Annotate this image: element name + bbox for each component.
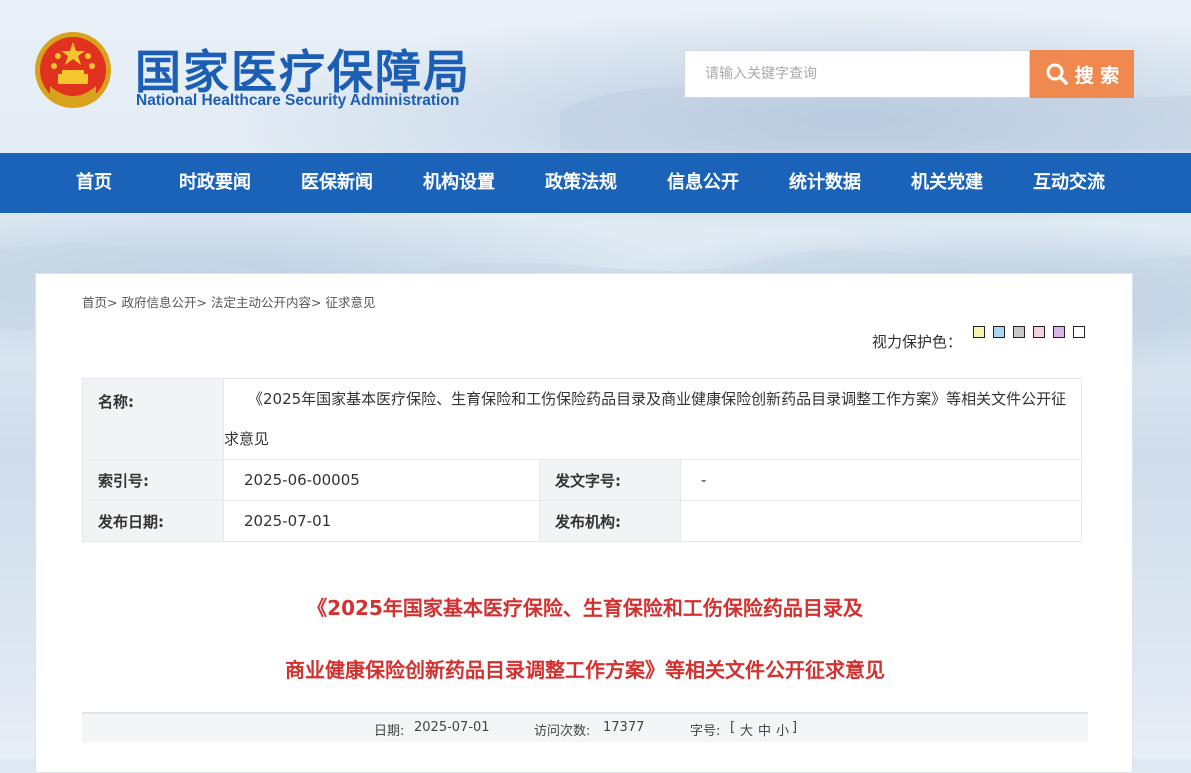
- main-nav: 首页 时政要闻 医保新闻 机构设置 政策法规 信息公开 统计数据 机关党建 互动…: [0, 153, 1191, 213]
- nav-statistics[interactable]: 统计数据: [789, 153, 861, 213]
- org-value: [680, 500, 1082, 542]
- document-title-line-1: 《2025年国家基本医疗保险、生育保险和工伤保险药品目录及: [307, 596, 863, 620]
- nav-party[interactable]: 机关党建: [911, 153, 983, 213]
- breadcrumb-separator: >: [196, 295, 207, 310]
- date-label: 发布日期:: [82, 500, 224, 542]
- nav-interaction[interactable]: 互动交流: [1033, 153, 1105, 213]
- meta-font-open: [: [730, 720, 736, 735]
- nav-news-politics[interactable]: 时政要闻: [179, 153, 251, 213]
- site-title-english: National Healthcare Security Administrat…: [136, 92, 460, 109]
- name-label: 名称:: [82, 378, 224, 460]
- meta-bar: 日期: 2025-07-01 访问次数: 17377 字号: [ 大 中 小 ]: [82, 712, 1088, 742]
- docno-label: 发文字号:: [539, 459, 681, 501]
- nav-info-disclosure[interactable]: 信息公开: [667, 153, 739, 213]
- search-input[interactable]: [684, 50, 1030, 98]
- search-button-label: 搜 索: [1074, 64, 1120, 87]
- font-size-large[interactable]: 大: [740, 720, 753, 739]
- color-swatch-gray[interactable]: [1013, 326, 1025, 338]
- color-swatch-purple[interactable]: [1053, 326, 1065, 338]
- breadcrumb-home[interactable]: 首页: [82, 295, 107, 310]
- color-swatch-pink[interactable]: [1033, 326, 1045, 338]
- meta-date-value: 2025-07-01: [414, 720, 490, 735]
- name-value: 《2025年国家基本医疗保险、生育保险和工伤保险药品目录及商业健康保险创新药品目…: [224, 390, 1067, 448]
- document-title-line-2: 商业健康保险创新药品目录调整工作方案》等相关文件公开征求意见: [285, 658, 885, 682]
- font-size-small[interactable]: 小: [776, 720, 789, 739]
- breadcrumb-consultation[interactable]: 征求意见: [325, 295, 375, 310]
- docno-value: -: [680, 459, 1082, 501]
- font-size-medium[interactable]: 中: [758, 720, 771, 739]
- color-swatch-blue[interactable]: [993, 326, 1005, 338]
- breadcrumb-statutory[interactable]: 法定主动公开内容: [211, 295, 311, 310]
- nav-medical-news[interactable]: 医保新闻: [301, 153, 373, 213]
- org-label: 发布机构:: [539, 500, 681, 542]
- breadcrumb-separator: >: [310, 295, 322, 310]
- color-swatch-yellow[interactable]: [973, 326, 985, 338]
- color-swatch-white[interactable]: [1073, 326, 1085, 338]
- meta-font-close: ]: [792, 720, 798, 735]
- national-emblem-icon: [35, 32, 111, 108]
- document-info-table: 名称: 《2025年国家基本医疗保险、生育保险和工伤保险药品目录及商业健康保险创…: [82, 378, 1082, 542]
- breadcrumb-separator: >: [107, 295, 118, 310]
- eye-protect-label: 视力保护色：: [872, 333, 963, 351]
- meta-visits-value: 17377: [603, 720, 645, 735]
- date-value: 2025-07-01: [223, 500, 540, 542]
- meta-date-label: 日期:: [374, 724, 405, 739]
- breadcrumb: 首页> 政府信息公开> 法定主动公开内容> 征求意见: [82, 292, 375, 311]
- nav-home[interactable]: 首页: [76, 153, 112, 213]
- index-label: 索引号:: [82, 459, 224, 501]
- content-panel: 首页> 政府信息公开> 法定主动公开内容> 征求意见 视力保护色： 名称: 《2…: [35, 273, 1133, 773]
- index-value: 2025-06-00005: [223, 459, 540, 501]
- magnifier-icon: [1046, 63, 1068, 85]
- meta-visits-label: 访问次数:: [534, 724, 591, 739]
- breadcrumb-gov-info[interactable]: 政府信息公开: [121, 295, 196, 310]
- search-button[interactable]: 搜 索: [1030, 50, 1134, 98]
- meta-font-label: 字号:: [690, 724, 721, 739]
- nav-policy[interactable]: 政策法规: [545, 153, 617, 213]
- nav-organization[interactable]: 机构设置: [423, 153, 495, 213]
